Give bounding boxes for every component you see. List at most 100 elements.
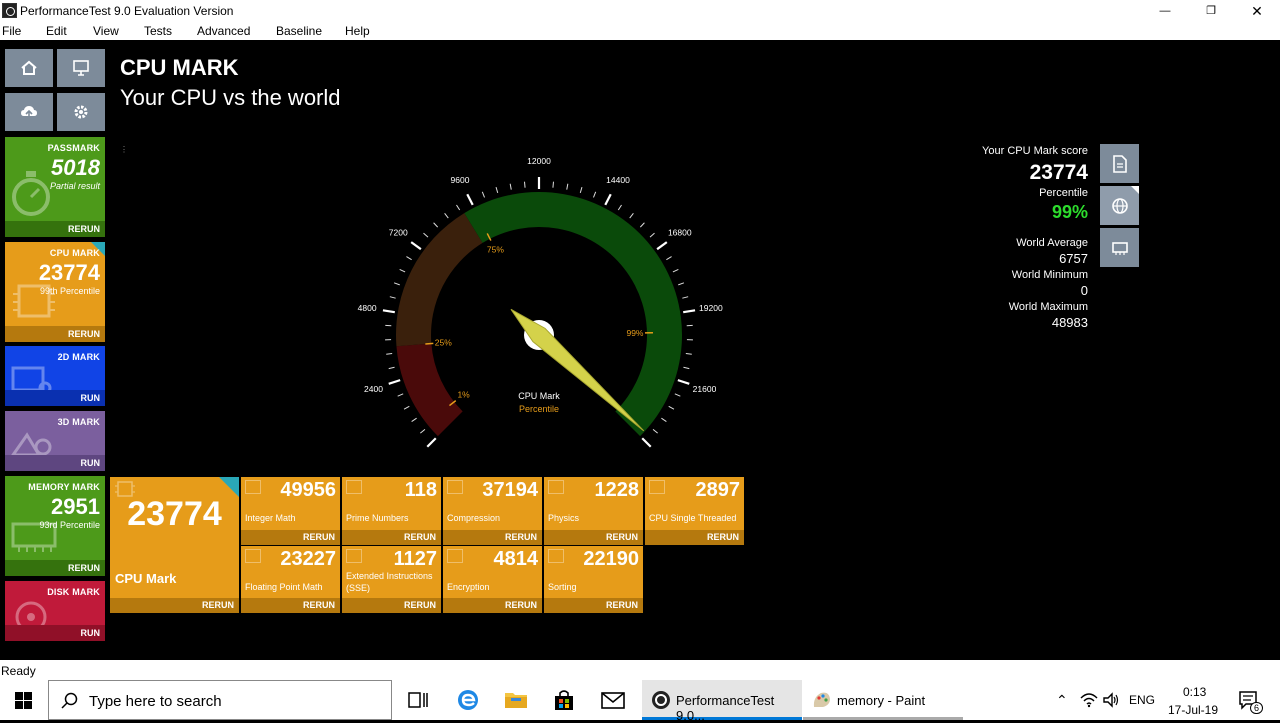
system-info-button[interactable]: [57, 49, 105, 87]
menu-view[interactable]: View: [93, 24, 119, 38]
performancetest-app-icon: [650, 689, 672, 711]
main-area: PASSMARK 5018 Partial result RERUN CPU M…: [0, 40, 1280, 660]
2d-mark-tile[interactable]: 2D MARK RUN: [5, 346, 105, 406]
2d-mark-run[interactable]: RUN: [5, 390, 105, 406]
cpu-mark-summary-tile[interactable]: 23774 CPU Mark RERUN: [110, 477, 239, 613]
windows-start-icon[interactable]: [15, 692, 32, 709]
subtest-rerun[interactable]: RERUN: [443, 598, 542, 613]
subtest-label: Physics: [548, 513, 579, 523]
subtest-value: 37194: [482, 479, 538, 502]
gauge-minor-tick: [618, 205, 621, 210]
notification-count: 6: [1250, 702, 1263, 714]
hardware-info-button[interactable]: [1100, 228, 1139, 267]
memory-mark-tile[interactable]: MEMORY MARK 2951 93rd Percentile RERUN: [5, 476, 105, 576]
close-button[interactable]: ✕: [1234, 0, 1280, 22]
minimize-button[interactable]: —: [1142, 0, 1188, 22]
subtest-rerun[interactable]: RERUN: [544, 530, 643, 545]
menu-advanced[interactable]: Advanced: [197, 24, 250, 38]
menu-help[interactable]: Help: [345, 24, 370, 38]
small-marker-icon: ⋮: [120, 145, 125, 157]
subtest-physics[interactable]: 1228 Physics RERUN: [544, 477, 643, 545]
menu-baseline[interactable]: Baseline: [276, 24, 322, 38]
cpu-chip-icon: [245, 480, 261, 494]
subtest-rerun[interactable]: RERUN: [241, 530, 340, 545]
3d-mark-run[interactable]: RUN: [5, 455, 105, 471]
menu-edit[interactable]: Edit: [46, 24, 67, 38]
gauge-legend-score: CPU Mark: [518, 391, 560, 401]
cpu-mark-tile[interactable]: CPU MARK 23774 99th Percentile RERUN: [5, 242, 105, 342]
subtest-value: 49956: [280, 479, 336, 502]
restore-button[interactable]: ❐: [1188, 0, 1234, 22]
gauge-minor-tick: [510, 184, 511, 190]
gauge-tick-label: 14400: [606, 175, 630, 185]
cpu-mark-big-label: CPU Mark: [115, 571, 176, 586]
home-button[interactable]: [5, 49, 53, 87]
subtest-prime-numbers[interactable]: 118 Prime Numbers RERUN: [342, 477, 441, 545]
subtest-encryption[interactable]: 4814 Encryption RERUN: [443, 546, 542, 613]
subtest-floating-point-math[interactable]: 23227 Floating Point Math RERUN: [241, 546, 340, 613]
cpu-chip-icon: [649, 480, 665, 494]
store-icon[interactable]: [551, 688, 577, 712]
gauge-major-tick: [678, 380, 689, 384]
gauge-minor-tick: [389, 367, 395, 368]
gauge-major-tick: [383, 310, 395, 312]
taskbar-app-performancetest[interactable]: PerformanceTest 9.0...: [642, 680, 802, 720]
gauge-major-tick: [411, 242, 421, 249]
task-view-icon[interactable]: [405, 688, 431, 712]
taskbar-app-paint[interactable]: memory - Paint: [803, 680, 963, 720]
disk-mark-tile[interactable]: DISK MARK RUN: [5, 581, 105, 641]
disk-mark-run[interactable]: RUN: [5, 625, 105, 641]
world-maximum-label: World Maximum: [1009, 301, 1088, 313]
results-button[interactable]: [5, 93, 53, 131]
page-title: CPU MARK: [120, 55, 239, 81]
report-button[interactable]: [1100, 144, 1139, 183]
mail-icon[interactable]: [600, 688, 626, 712]
gauge-minor-tick: [423, 233, 428, 237]
subtest-rerun[interactable]: RERUN: [342, 598, 441, 613]
settings-button[interactable]: [57, 93, 105, 131]
subtest-compression[interactable]: 37194 Compression RERUN: [443, 477, 542, 545]
cpu-chip-icon: [245, 549, 261, 563]
document-icon: [1112, 155, 1128, 173]
passmark-tile[interactable]: PASSMARK 5018 Partial result RERUN: [5, 137, 105, 237]
subtest-cpu-single-threaded[interactable]: 2897 CPU Single Threaded RERUN: [645, 477, 744, 545]
menu-file[interactable]: File: [2, 24, 21, 38]
subtest-rerun[interactable]: RERUN: [645, 530, 744, 545]
gauge-minor-tick: [496, 187, 498, 193]
gauge-minor-tick: [434, 223, 438, 227]
world-compare-button[interactable]: [1100, 186, 1139, 225]
gauge-minor-tick: [386, 354, 392, 355]
cpu-chip-icon: [548, 549, 564, 563]
subtest-sorting[interactable]: 22190 Sorting RERUN: [544, 546, 643, 613]
file-explorer-icon[interactable]: [503, 688, 529, 712]
cpu-mark-big-rerun[interactable]: RERUN: [110, 598, 239, 613]
3d-mark-tile[interactable]: 3D MARK RUN: [5, 411, 105, 471]
subtest-rerun[interactable]: RERUN: [342, 530, 441, 545]
gauge-minor-tick: [482, 192, 484, 198]
clock-date[interactable]: 17-Jul-19: [1168, 703, 1218, 717]
wifi-icon[interactable]: [1080, 692, 1098, 708]
input-language[interactable]: ENG: [1129, 693, 1155, 707]
memory-mark-sub: 93rd Percentile: [39, 520, 100, 530]
passmark-rerun[interactable]: RERUN: [5, 221, 105, 237]
subtest-rerun[interactable]: RERUN: [443, 530, 542, 545]
taskbar-search-box[interactable]: Type here to search: [48, 680, 392, 720]
memory-mark-rerun[interactable]: RERUN: [5, 560, 105, 576]
chevron-up-icon[interactable]: ⌃: [1056, 692, 1068, 709]
volume-icon[interactable]: [1102, 692, 1120, 708]
passmark-score: 5018: [51, 155, 100, 181]
gauge-minor-tick: [398, 394, 404, 396]
gauge-minor-tick: [390, 297, 396, 298]
subtest-rerun[interactable]: RERUN: [241, 598, 340, 613]
subtest-label: Compression: [447, 513, 500, 523]
clock-time[interactable]: 0:13: [1183, 685, 1206, 699]
edge-browser-icon[interactable]: [455, 688, 481, 712]
gauge-major-tick: [467, 194, 472, 205]
subtest-value: 2897: [696, 479, 741, 502]
menu-tests[interactable]: Tests: [144, 24, 172, 38]
subtest-rerun[interactable]: RERUN: [544, 598, 643, 613]
subtest-integer-math[interactable]: 49956 Integer Math RERUN: [241, 477, 340, 545]
cpu-chip-icon: [346, 549, 362, 563]
cpu-mark-rerun[interactable]: RERUN: [5, 326, 105, 342]
subtest-extended-instructions[interactable]: 1127 Extended Instructions (SSE) RERUN: [342, 546, 441, 613]
